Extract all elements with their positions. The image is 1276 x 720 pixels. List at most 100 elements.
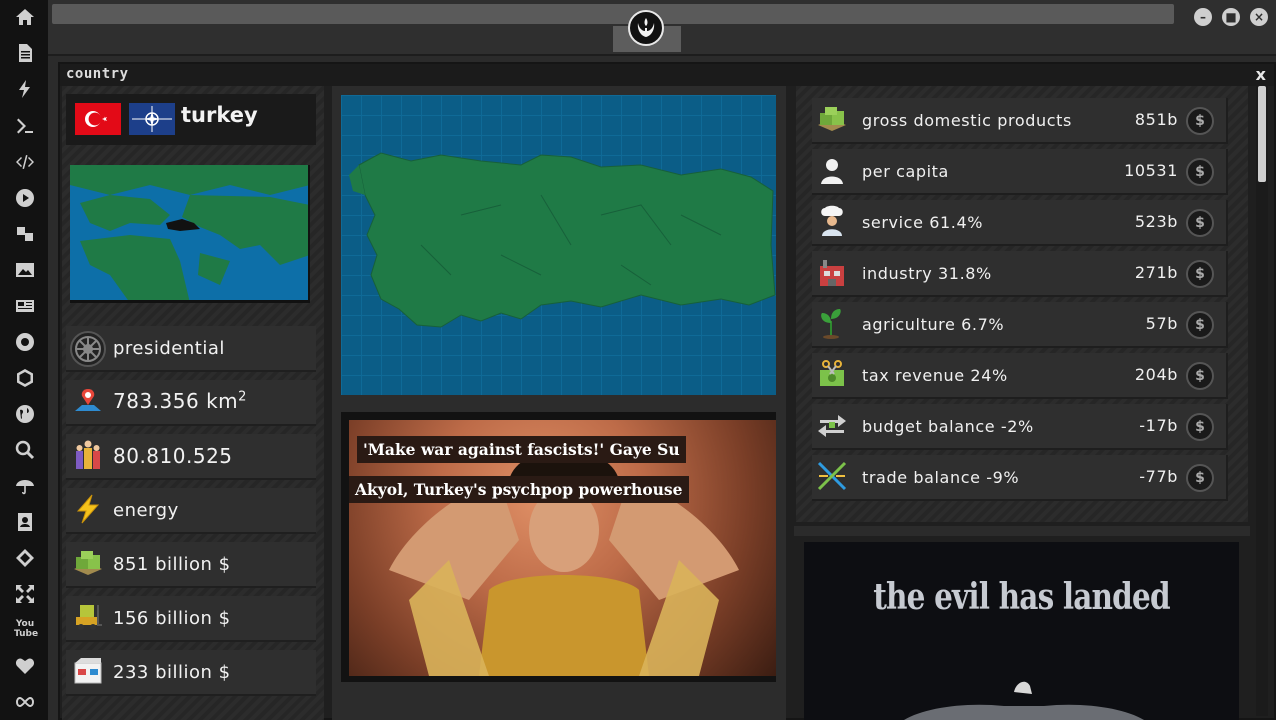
youtube-icon[interactable]: You Tube	[14, 619, 38, 641]
dollar-icon[interactable]: $	[1186, 464, 1214, 492]
lightning-icon[interactable]	[14, 79, 36, 101]
econ-value: -17b	[1139, 416, 1178, 435]
econ-label: gross domestic products	[862, 111, 1072, 130]
econ-label: budget balance -2%	[862, 417, 1034, 436]
map-pin-icon	[70, 385, 106, 421]
empire-icon[interactable]	[14, 332, 36, 354]
dollar-icon[interactable]: $	[1186, 107, 1214, 135]
dollar-icon[interactable]: $	[1186, 260, 1214, 288]
money-stack-icon	[70, 547, 106, 583]
econ-row-service[interactable]: service 61.4% 523b $	[812, 200, 1228, 246]
econ-value: 271b	[1134, 263, 1178, 282]
econ-row-trade[interactable]: trade balance -9% -77b $	[812, 455, 1228, 501]
app-sidebar: You Tube	[0, 0, 48, 720]
terminal-icon[interactable]	[14, 116, 36, 138]
panel-header: country x	[60, 64, 1274, 86]
news-card[interactable]: 'Make war against fascists!' Gaye Su Aky…	[341, 412, 776, 682]
boxes-icon	[70, 655, 106, 691]
export-total-row: 233 billion $	[66, 650, 316, 696]
econ-row-industry[interactable]: industry 31.8% 271b $	[812, 251, 1228, 297]
translate-icon[interactable]	[14, 224, 36, 246]
address-field[interactable]	[52, 4, 1174, 24]
industry-total: 156 billion $	[113, 608, 231, 629]
country-map[interactable]	[341, 95, 776, 395]
chef-icon	[814, 205, 850, 241]
econ-row-budget[interactable]: budget balance -2% -17b $	[812, 404, 1228, 450]
econ-value: 10531	[1124, 161, 1178, 180]
scroll-thumb[interactable]	[1258, 86, 1266, 182]
industry-total-row: 156 billion $	[66, 596, 316, 642]
econ-value: 851b	[1134, 110, 1178, 129]
country-area: 783.356 km2	[113, 389, 247, 413]
infinity-icon[interactable]	[14, 692, 36, 714]
lightning-icon	[70, 493, 106, 529]
hexagon-icon[interactable]	[14, 368, 36, 390]
population-value: 80.810.525	[113, 444, 233, 468]
country-header: turkey	[66, 94, 316, 145]
diamond-code-icon[interactable]	[14, 548, 36, 570]
panel-close-button[interactable]: x	[1256, 65, 1266, 84]
population-icon	[70, 439, 106, 475]
turkey-flag-icon	[75, 103, 121, 135]
econ-label: industry 31.8%	[862, 264, 992, 283]
government-type: presidential	[113, 338, 225, 359]
search-icon[interactable]	[14, 440, 36, 462]
maximize-button[interactable]: ■	[1222, 8, 1240, 26]
econ-value: 523b	[1134, 212, 1178, 231]
dollar-icon[interactable]: $	[1186, 158, 1214, 186]
dollar-icon[interactable]: $	[1186, 413, 1214, 441]
econ-label: per capita	[862, 162, 949, 181]
econ-row-gdp[interactable]: gross domestic products 851b $	[812, 98, 1228, 144]
close-window-button[interactable]: ×	[1250, 8, 1268, 26]
expand-icon[interactable]	[14, 584, 36, 606]
econ-row-agriculture[interactable]: agriculture 6.7% 57b $	[812, 302, 1228, 348]
country-name: turkey	[181, 103, 258, 127]
window-titlebar: – ■ ×	[48, 0, 1276, 56]
contact-icon[interactable]	[14, 512, 36, 534]
trade-cross-icon	[814, 460, 850, 496]
nato-flag-icon	[129, 103, 175, 135]
code-icon[interactable]	[14, 152, 36, 174]
econ-value: 204b	[1134, 365, 1178, 384]
document-icon[interactable]	[14, 43, 36, 65]
panel-title: country	[66, 66, 129, 82]
rebel-alliance-logo-icon[interactable]	[628, 10, 664, 46]
panel-scrollbar[interactable]	[1256, 86, 1268, 716]
minimize-button[interactable]: –	[1194, 8, 1212, 26]
energy-row: energy	[66, 488, 316, 534]
person-icon	[814, 154, 850, 190]
globe-icon[interactable]	[14, 404, 36, 426]
world-minimap[interactable]	[70, 165, 310, 303]
gdp-row: 851 billion $	[66, 542, 316, 588]
money-stack-icon	[814, 103, 850, 139]
newspaper-icon[interactable]	[14, 296, 36, 318]
factory-icon	[814, 256, 850, 292]
econ-row-tax[interactable]: tax revenue 24% 204b $	[812, 353, 1228, 399]
dollar-icon[interactable]: $	[1186, 362, 1214, 390]
gdp-total: 851 billion $	[113, 554, 231, 575]
area-row: 783.356 km2	[66, 380, 316, 426]
poster-artwork	[904, 681, 1144, 720]
image-icon[interactable]	[14, 260, 36, 282]
export-total: 233 billion $	[113, 662, 231, 683]
econ-value: 57b	[1145, 314, 1178, 333]
energy-label: energy	[113, 500, 179, 521]
heart-icon[interactable]	[14, 656, 36, 678]
play-icon[interactable]	[14, 188, 36, 210]
econ-row-per-capita[interactable]: per capita 10531 $	[812, 149, 1228, 195]
econ-label: trade balance -9%	[862, 468, 1020, 487]
population-row: 80.810.525	[66, 434, 316, 480]
econ-label: service 61.4%	[862, 213, 984, 232]
home-icon[interactable]	[14, 7, 36, 29]
news-headline-line2: Akyol, Turkey's psychpop powerhouse	[349, 476, 689, 503]
promo-poster[interactable]: the evil has landed	[804, 542, 1239, 720]
dollar-icon[interactable]: $	[1186, 311, 1214, 339]
news-headline-line1: 'Make war against fascists!' Gaye Su	[357, 436, 686, 463]
econ-label: tax revenue 24%	[862, 366, 1008, 385]
arrows-exchange-icon	[814, 409, 850, 445]
dollar-icon[interactable]: $	[1186, 209, 1214, 237]
umbrella-icon[interactable]	[14, 476, 36, 498]
news-photo: 'Make war against fascists!' Gaye Su Aky…	[349, 420, 776, 676]
column-divider	[794, 526, 1250, 536]
econ-value: -77b	[1139, 467, 1178, 486]
